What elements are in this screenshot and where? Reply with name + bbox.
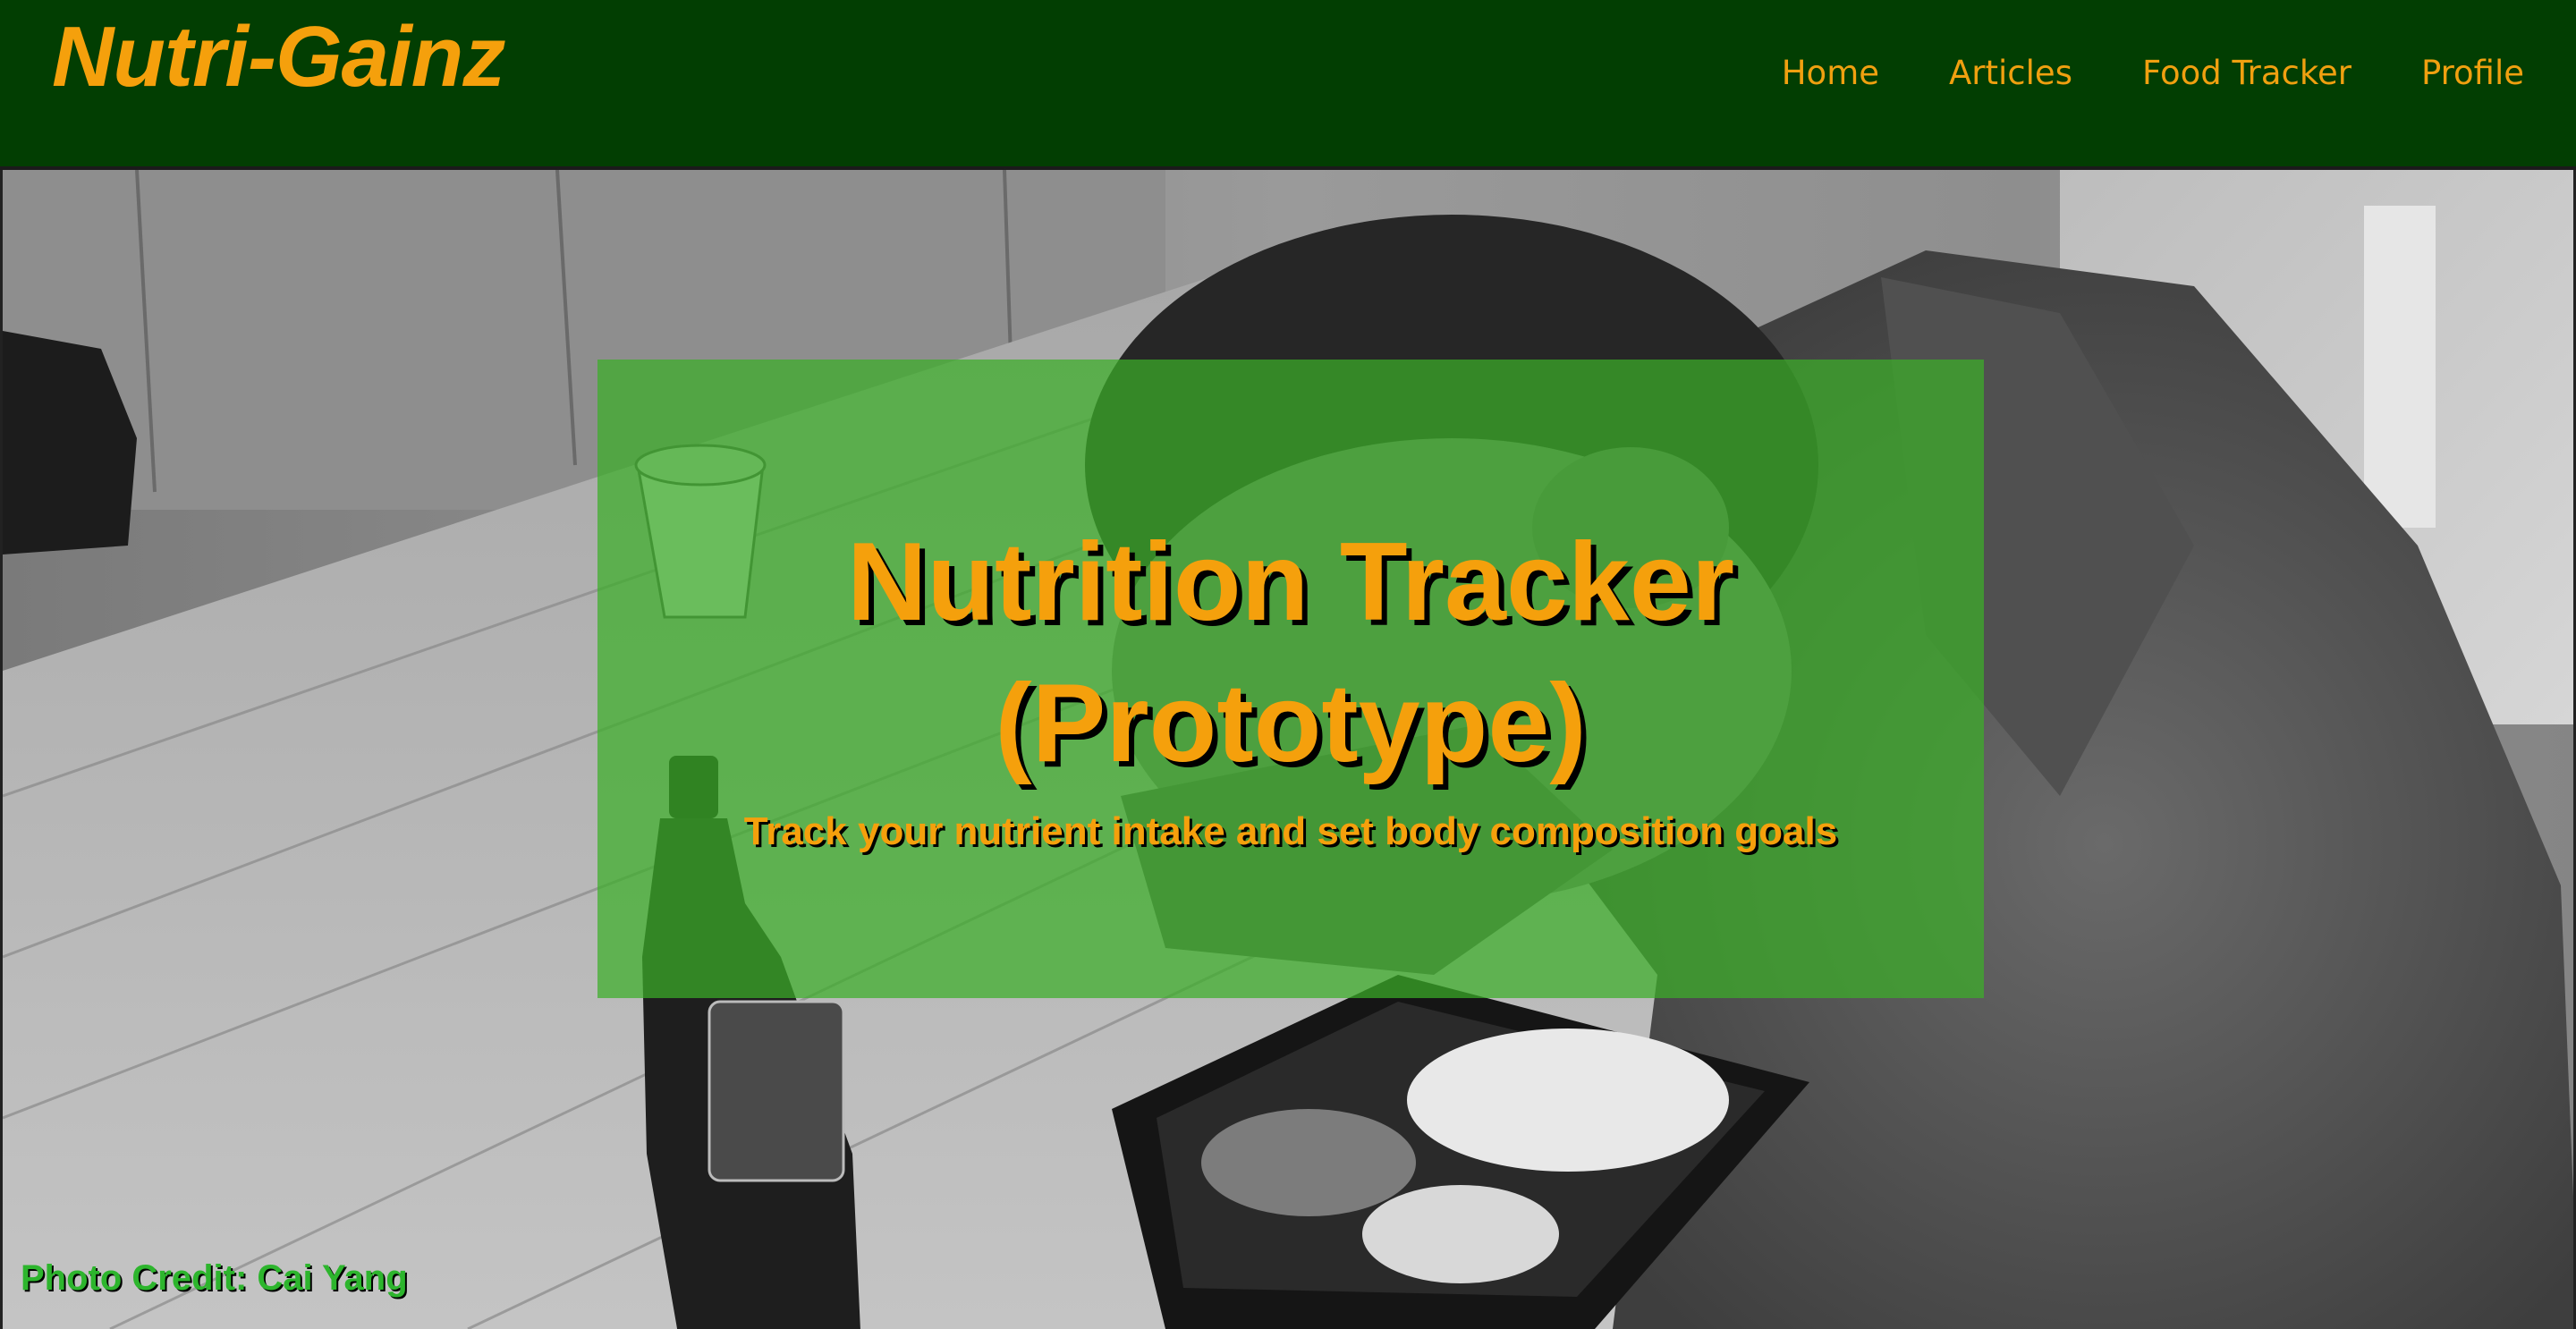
nav-profile-link[interactable]: Profile: [2421, 47, 2524, 100]
hero-title-line-1: Nutrition Tracker: [846, 521, 1735, 644]
nav-articles-link[interactable]: Articles: [1949, 47, 2072, 100]
hero-title: Nutrition Tracker (Prototype): [597, 512, 1984, 794]
hero-text-panel: Nutrition Tracker (Prototype) Track your…: [597, 360, 1984, 998]
brand-logo[interactable]: Nutri-Gainz: [52, 5, 505, 109]
hero-title-line-2: (Prototype): [995, 662, 1587, 785]
top-navbar: Nutri-Gainz Home Articles Food Tracker P…: [0, 0, 2576, 170]
nav-food-tracker-link[interactable]: Food Tracker: [2142, 47, 2351, 100]
nav-home-link[interactable]: Home: [1782, 47, 1879, 100]
main-nav: Home Articles Food Tracker Profile: [1782, 47, 2524, 100]
photo-credit: Photo Credit: Cai Yang: [21, 1258, 408, 1298]
hero-section: Nutrition Tracker (Prototype) Track your…: [0, 170, 2576, 1329]
hero-subtitle: Track your nutrient intake and set body …: [743, 809, 1838, 853]
